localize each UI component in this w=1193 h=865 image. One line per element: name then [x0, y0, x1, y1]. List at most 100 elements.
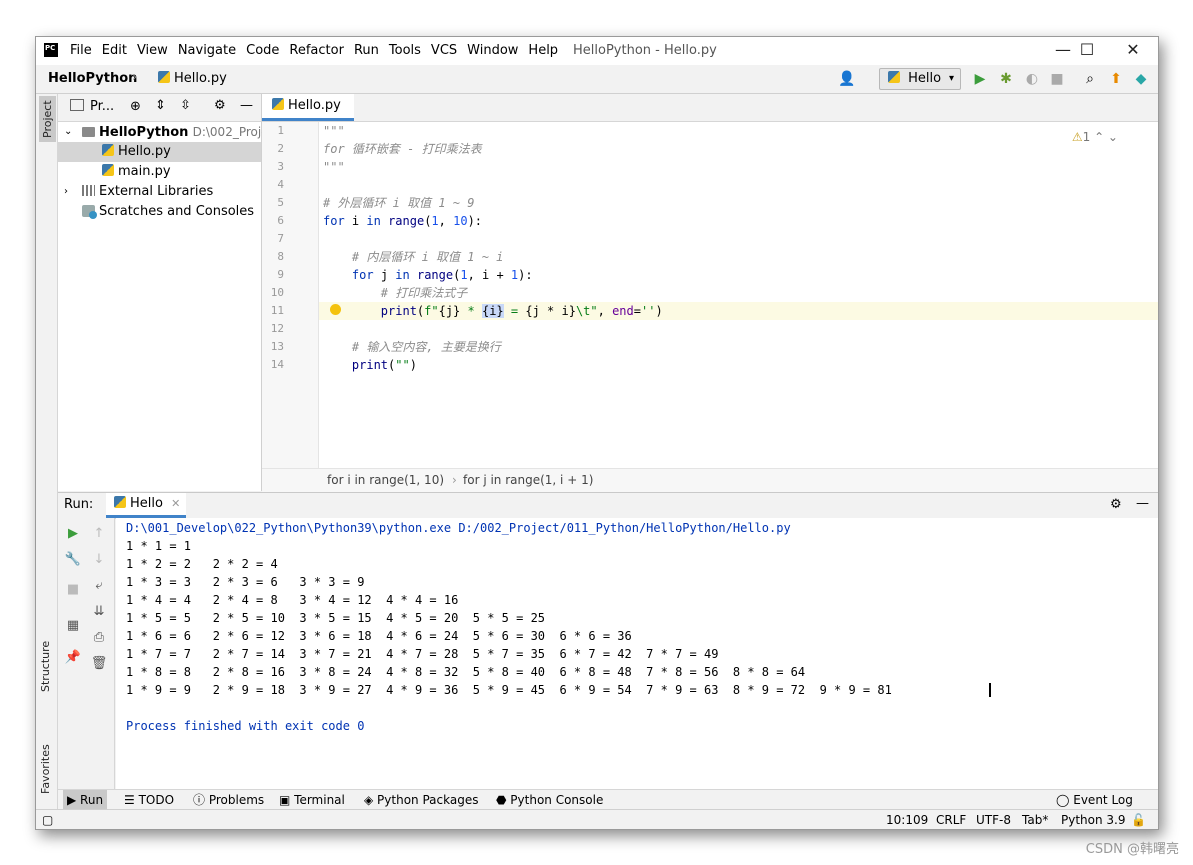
breadcrumb-inner-loop[interactable]: for j in range(1, i + 1)	[463, 469, 593, 492]
tree-item-scratches[interactable]: Scratches and Consoles	[58, 202, 261, 222]
print-icon[interactable]: ⎙	[89, 628, 109, 648]
rerun-icon[interactable]: ▶	[63, 524, 83, 544]
tool-tab-problems[interactable]: ⓘ Problems	[193, 790, 264, 810]
code-line: """	[323, 124, 345, 138]
menu-tools[interactable]: Tools	[389, 43, 421, 58]
collapse-all-icon[interactable]: ⇳	[180, 98, 191, 113]
wrench-icon[interactable]: 🔧	[63, 550, 83, 570]
run-tab-hello[interactable]: Hello ✕	[106, 493, 186, 518]
gear-icon[interactable]: ⚙	[214, 98, 226, 113]
breadcrumb-separator-icon: ›	[452, 473, 457, 487]
menu-file[interactable]: File	[70, 43, 92, 58]
search-icon[interactable]: ⌕	[1080, 69, 1100, 89]
tree-item-external-libraries[interactable]: › External Libraries	[58, 182, 261, 202]
tool-tab-todo[interactable]: ☰ TODO	[124, 790, 174, 810]
pin-icon[interactable]: 📌	[63, 648, 83, 668]
line-number: 2	[277, 142, 284, 155]
tree-item-hello-py[interactable]: Hello.py	[58, 142, 261, 162]
tree-item-content: main.py	[102, 162, 171, 182]
python-interpreter[interactable]: Python 3.9	[1061, 810, 1126, 829]
tree-item-label: External Libraries	[99, 184, 214, 199]
menu-help[interactable]: Help	[528, 43, 558, 58]
menu-run[interactable]: Run	[354, 43, 379, 58]
code-line: print("")	[351, 358, 417, 372]
menu-edit[interactable]: Edit	[102, 43, 127, 58]
project-view-selector[interactable]: Pr...	[90, 99, 114, 114]
tree-item-main-py[interactable]: main.py	[58, 162, 261, 182]
line-separator[interactable]: CRLF	[936, 810, 966, 829]
coverage-icon[interactable]: ◐	[1022, 69, 1042, 89]
run-icon[interactable]: ▶	[970, 69, 990, 89]
run-config-label: Hello	[908, 71, 942, 86]
left-tool-strip: Project Structure Favorites	[36, 94, 58, 809]
tab-label: Hello.py	[288, 98, 341, 113]
run-panel-header: Run: Hello ✕ ⚙ —	[58, 492, 1158, 519]
favorites-tool-tab[interactable]: Favorites	[39, 744, 52, 794]
tool-window-bar: ▶ Run ☰ TODO ⓘ Problems ▣ Terminal ◈ Pyt…	[58, 789, 1158, 810]
run-config-selector[interactable]: Hello ▾	[879, 68, 961, 90]
indent-setting[interactable]: Tab*	[1022, 810, 1048, 829]
tab-hello-py[interactable]: Hello.py ✕	[262, 94, 354, 136]
caret-position[interactable]: 10:109	[886, 810, 928, 829]
tool-tab-run[interactable]: ▶ Run	[63, 790, 108, 810]
breadcrumb-outer-loop[interactable]: for i in range(1, 10)	[327, 469, 444, 492]
jetbrains-toolbox-icon[interactable]: ◆	[1131, 69, 1151, 89]
python-file-icon	[272, 98, 284, 110]
stop-icon[interactable]: ■	[1047, 69, 1067, 89]
file-encoding[interactable]: UTF-8	[976, 810, 1011, 829]
tree-item-content: Scratches and Consoles	[82, 202, 254, 222]
code-line: # 打印乘法式子	[323, 286, 468, 300]
hide-panel-icon[interactable]: —	[240, 98, 253, 113]
tool-tab-python-console[interactable]: ⬣ Python Console	[496, 790, 603, 810]
debug-icon[interactable]: ✱	[996, 69, 1016, 89]
layout-icon[interactable]: ▦	[63, 616, 83, 636]
warning-icon: ⚠	[1071, 130, 1083, 144]
python-file-icon	[102, 144, 114, 156]
line-number: 14	[270, 358, 284, 371]
editor-tabs: Hello.py ✕	[262, 94, 1158, 136]
python-file-icon	[158, 71, 170, 83]
tool-tab-terminal[interactable]: ▣ Terminal	[279, 790, 345, 810]
console-finished-line: Process finished with exit code 0	[126, 719, 365, 733]
update-icon[interactable]: ⬆	[1106, 69, 1126, 89]
structure-tool-tab[interactable]: Structure	[39, 641, 52, 692]
menu-code[interactable]: Code	[246, 43, 279, 58]
arrow-down-icon[interactable]: ↓	[89, 550, 109, 570]
menu-navigate[interactable]: Navigate	[178, 43, 236, 58]
trash-icon[interactable]: 🗑	[89, 654, 109, 674]
maximize-button[interactable]: ☐	[1064, 40, 1110, 62]
locate-icon[interactable]: ⊕	[130, 99, 141, 114]
warning-indicator[interactable]: ⚠1 ⌃ ⌄	[1072, 130, 1118, 144]
menu-refactor[interactable]: Refactor	[289, 43, 344, 58]
soft-wrap-icon[interactable]: ⤶	[89, 576, 109, 596]
tree-item-helloPython[interactable]: ⌄ HelloPython D:\002_Project	[58, 122, 280, 142]
code-line: # 内层循环 i 取值 1 ~ i	[323, 250, 504, 264]
breadcrumb-project[interactable]: HelloPython	[48, 71, 137, 86]
stop-icon[interactable]: ■	[63, 580, 83, 600]
scroll-to-end-icon[interactable]: ⇊	[89, 602, 109, 622]
tool-tab-python-packages[interactable]: ◈ Python Packages	[364, 790, 478, 810]
project-tool-tab[interactable]: Project	[39, 96, 56, 142]
tool-tab-event-log[interactable]: ◯ Event Log	[1056, 790, 1133, 810]
console-output[interactable]: D:\001_Develop\022_Python\Python39\pytho…	[116, 518, 1158, 789]
close-button[interactable]: ✕	[1110, 40, 1156, 62]
layout-toggle-icon[interactable]: ▢	[42, 810, 53, 829]
menu-vcs[interactable]: VCS	[431, 43, 457, 58]
hide-panel-icon[interactable]: —	[1136, 496, 1149, 511]
gear-icon[interactable]: ⚙	[1110, 497, 1122, 512]
breadcrumb-file[interactable]: Hello.py	[158, 71, 227, 86]
menu-window[interactable]: Window	[467, 43, 518, 58]
terminal-icon: ▣	[279, 793, 295, 807]
code-editor[interactable]: 1 2 3 4 5 6 7 8 9 10 11 12 13 14 ⚠1 ⌃ ⌄ …	[262, 122, 1158, 468]
menu-view[interactable]: View	[137, 43, 168, 58]
user-icon[interactable]: 👤	[834, 69, 860, 89]
lock-icon[interactable]: 🔓	[1131, 810, 1146, 829]
arrow-up-icon[interactable]: ↑	[89, 524, 109, 544]
folder-icon	[82, 127, 95, 137]
run-icon: ▶	[67, 793, 81, 807]
expand-all-icon[interactable]: ⇕	[155, 98, 166, 113]
console-line: 1 * 8 = 8 2 * 8 = 16 3 * 8 = 24 4 * 8 = …	[126, 665, 806, 679]
line-number: 3	[277, 160, 284, 173]
close-tab-icon[interactable]: ✕	[171, 497, 180, 510]
project-view-icon	[70, 99, 84, 111]
